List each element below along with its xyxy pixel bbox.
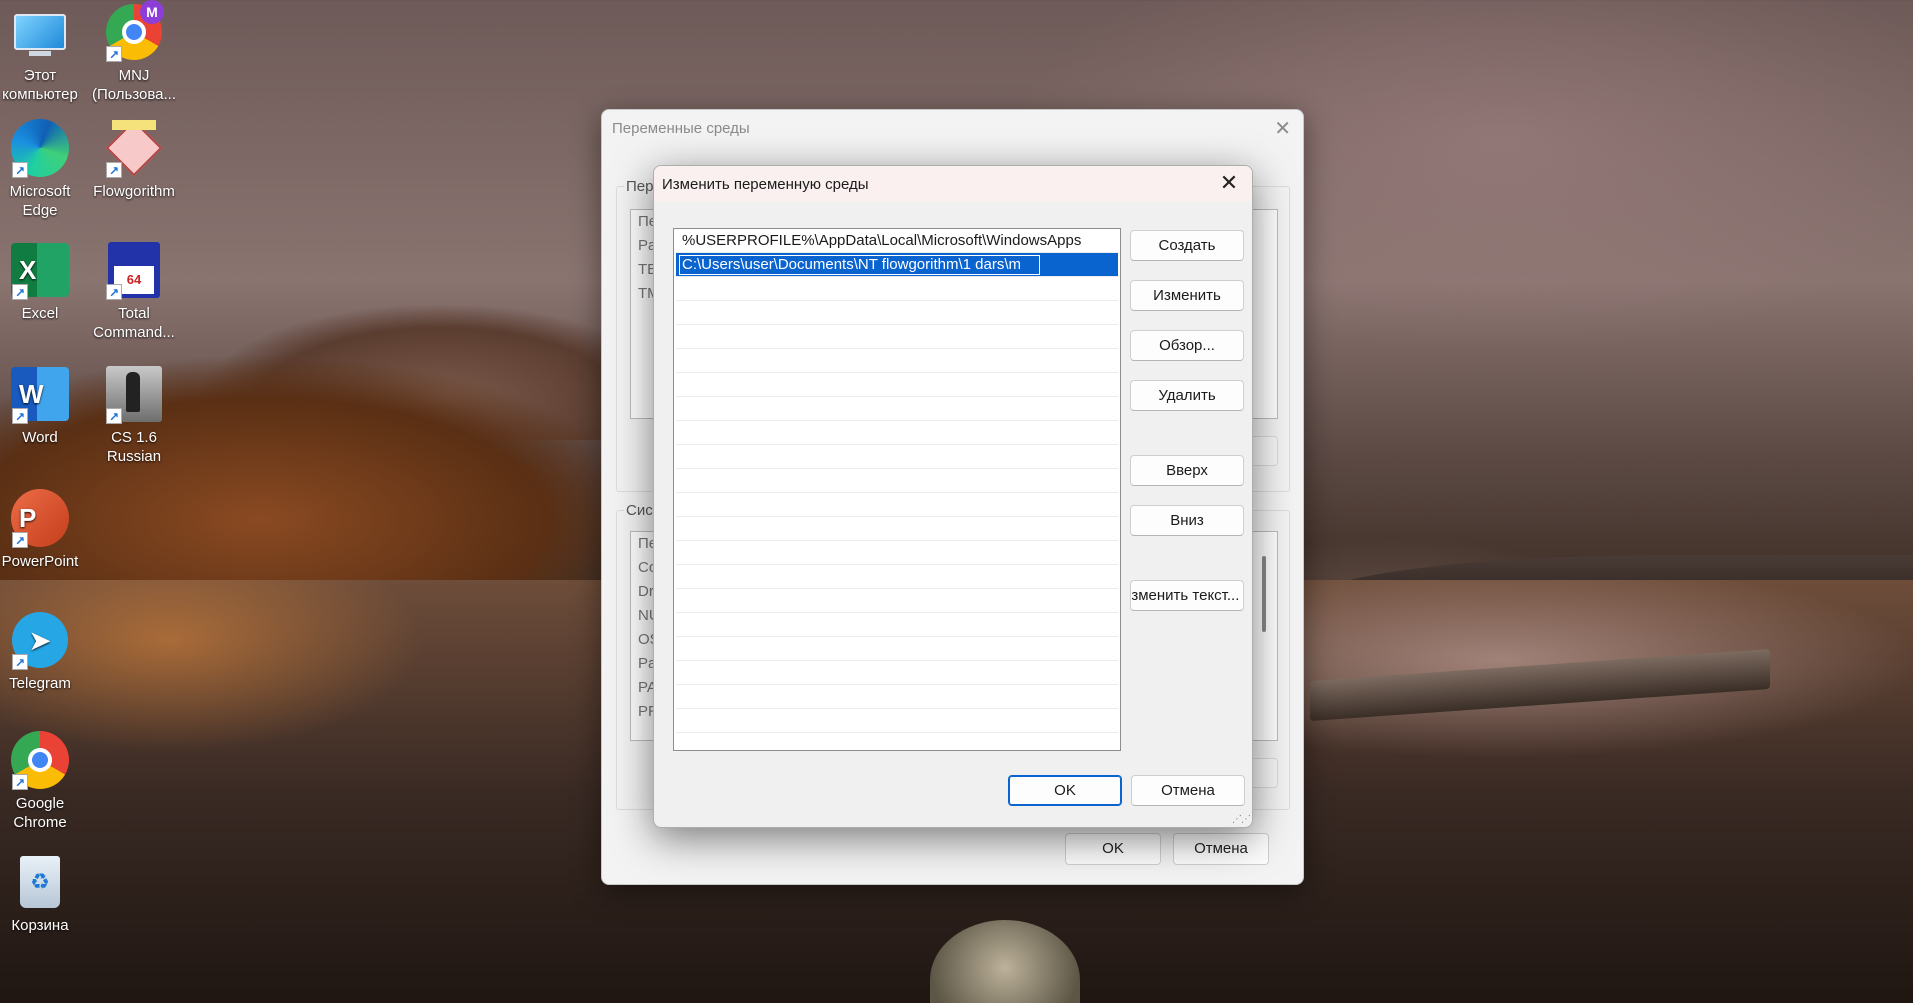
desktop-icon-flowgorithm[interactable]: ↗ Flowgorithm: [86, 118, 182, 201]
shortcut-arrow-icon: ↗: [12, 408, 28, 424]
edit-text-button[interactable]: Изменить текст...: [1130, 580, 1244, 611]
profile-badge: M: [140, 0, 164, 24]
desktop-icon-label: Word: [22, 429, 58, 446]
shortcut-arrow-icon: ↗: [106, 46, 122, 62]
shortcut-arrow-icon: ↗: [106, 408, 122, 424]
desktop-icon-telegram[interactable]: ➤ ↗ Telegram: [0, 610, 88, 693]
desktop-icon-label: Этот компьютер: [2, 67, 78, 103]
chrome-profile-icon: M ↗: [104, 0, 164, 62]
path-list-item-selected[interactable]: C:\Users\user\Documents\NT flowgorithm\1…: [676, 253, 1118, 277]
desktop-icon-mnj-profile[interactable]: M ↗ MNJ (Пользова...: [86, 0, 182, 104]
create-button[interactable]: Создать: [1130, 230, 1244, 261]
shortcut-arrow-icon: ↗: [12, 654, 28, 670]
excel-icon: X ↗: [10, 240, 70, 300]
close-icon[interactable]: ✕: [1212, 167, 1246, 199]
desktop-icon-label: Excel: [21, 305, 59, 322]
path-edit-input[interactable]: C:\Users\user\Documents\NT flowgorithm\1…: [678, 254, 1041, 276]
browse-button[interactable]: Обзор...: [1130, 330, 1244, 361]
desktop-icon-edge[interactable]: ↗ Microsoft Edge: [0, 118, 88, 220]
desktop-icon-label: PowerPoint: [1, 553, 79, 570]
desktop-icon-label: Корзина: [11, 917, 69, 934]
edit-dialog-title: Изменить переменную среды: [662, 176, 869, 193]
delete-button[interactable]: Удалить: [1130, 380, 1244, 411]
desktop-icon-label: Total Command...: [93, 305, 175, 341]
path-list-empty-row[interactable]: [676, 589, 1118, 613]
move-down-button[interactable]: Вниз: [1130, 505, 1244, 536]
system-vars-scrollbar[interactable]: [1262, 556, 1266, 632]
env-ok-button[interactable]: OK: [1065, 833, 1161, 865]
path-list-item[interactable]: %USERPROFILE%\AppData\Local\Microsoft\Wi…: [676, 229, 1118, 253]
shortcut-arrow-icon: ↗: [12, 162, 28, 178]
desktop-icon-cs16[interactable]: ↗ CS 1.6 Russian: [86, 364, 182, 466]
path-list-empty-rows: [674, 277, 1120, 733]
desktop-icon-this-pc[interactable]: Этот компьютер: [0, 2, 88, 104]
desktop-icon-excel[interactable]: X ↗ Excel: [0, 240, 88, 323]
desktop-icon-word[interactable]: W ↗ Word: [0, 364, 88, 447]
user-vars-group-label: Пер: [624, 178, 656, 195]
path-list-empty-row[interactable]: [676, 517, 1118, 541]
edit-env-var-dialog: Изменить переменную среды ✕ %USERPROFILE…: [653, 165, 1253, 828]
shortcut-arrow-icon: ↗: [12, 284, 28, 300]
path-list-empty-row[interactable]: [676, 493, 1118, 517]
desktop-icon-label: Telegram: [9, 675, 71, 692]
chrome-icon: ↗: [10, 730, 70, 790]
env-dialog-title: Переменные среды: [612, 120, 750, 137]
close-icon[interactable]: ✕: [1274, 116, 1291, 141]
edit-dialog-titlebar: Изменить переменную среды ✕: [654, 166, 1252, 202]
desktop-icon-total-commander[interactable]: 64 ↗ Total Command...: [86, 240, 182, 342]
desktop-icon-label: Microsoft Edge: [9, 183, 71, 219]
path-list-empty-row[interactable]: [676, 685, 1118, 709]
recycle-bin-icon: ♻: [10, 852, 70, 912]
shortcut-arrow-icon: ↗: [12, 774, 28, 790]
path-list-empty-row[interactable]: [676, 421, 1118, 445]
edge-icon: ↗: [10, 118, 70, 178]
desktop-icon-label: Google Chrome: [13, 795, 67, 831]
path-list-empty-row[interactable]: [676, 349, 1118, 373]
path-list-empty-row[interactable]: [676, 613, 1118, 637]
path-list-empty-row[interactable]: [676, 709, 1118, 733]
cancel-button[interactable]: Отмена: [1131, 775, 1245, 806]
move-up-button[interactable]: Вверх: [1130, 455, 1244, 486]
path-list-empty-row[interactable]: [676, 565, 1118, 589]
path-list-empty-row[interactable]: [676, 373, 1118, 397]
ok-button[interactable]: OK: [1008, 775, 1122, 806]
resize-grip-icon[interactable]: ⋰⋰: [1232, 814, 1251, 825]
total-commander-icon: 64 ↗: [104, 240, 164, 300]
this-pc-icon: [10, 2, 70, 62]
word-icon: W ↗: [10, 364, 70, 424]
desktop-icon-powerpoint[interactable]: P ↗ PowerPoint: [0, 488, 88, 571]
desktop-icon-recycle-bin[interactable]: ♻ Корзина: [0, 852, 88, 935]
shortcut-arrow-icon: ↗: [106, 162, 122, 178]
path-list-empty-row[interactable]: [676, 661, 1118, 685]
path-list-empty-row[interactable]: [676, 445, 1118, 469]
edit-button[interactable]: Изменить: [1130, 280, 1244, 311]
path-list-empty-row[interactable]: [676, 637, 1118, 661]
shortcut-arrow-icon: ↗: [12, 532, 28, 548]
path-list-empty-row[interactable]: [676, 397, 1118, 421]
path-list-empty-row[interactable]: [676, 325, 1118, 349]
telegram-icon: ➤ ↗: [10, 610, 70, 670]
path-list-empty-row[interactable]: [676, 469, 1118, 493]
flowgorithm-icon: ↗: [104, 118, 164, 178]
desktop-icon-label: Flowgorithm: [93, 183, 175, 200]
path-list-empty-row[interactable]: [676, 301, 1118, 325]
desktop-icon-label: CS 1.6 Russian: [106, 429, 162, 465]
env-cancel-button[interactable]: Отмена: [1173, 833, 1269, 865]
powerpoint-icon: P ↗: [10, 488, 70, 548]
desktop-icon-chrome[interactable]: ↗ Google Chrome: [0, 730, 88, 832]
shortcut-arrow-icon: ↗: [106, 284, 122, 300]
path-list-empty-row[interactable]: [676, 541, 1118, 565]
cs16-icon: ↗: [104, 364, 164, 424]
desktop-icon-label: MNJ (Пользова...: [91, 67, 177, 103]
path-list-empty-row[interactable]: [676, 277, 1118, 301]
path-list[interactable]: %USERPROFILE%\AppData\Local\Microsoft\Wi…: [673, 228, 1121, 751]
